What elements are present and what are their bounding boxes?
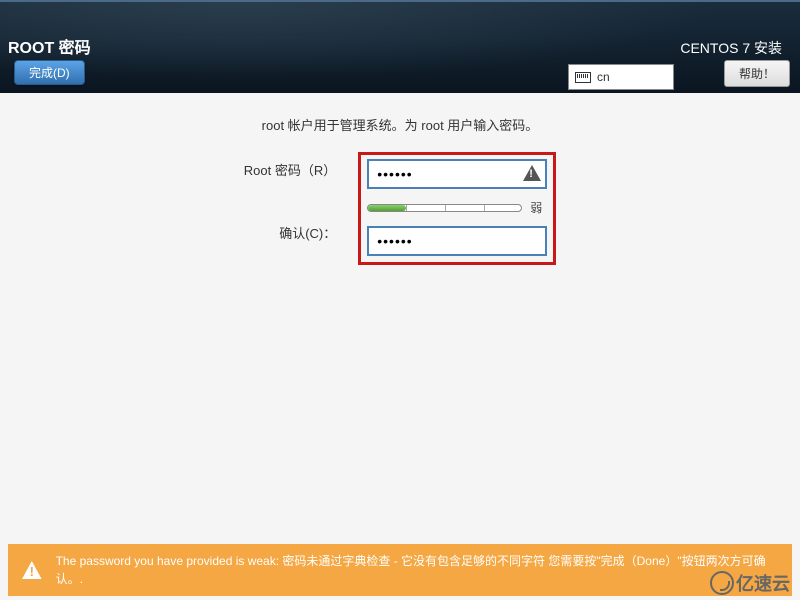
- warning-text: The password you have provided is weak: …: [56, 552, 778, 588]
- warning-bar: ! The password you have provided is weak…: [8, 544, 792, 596]
- install-title: CENTOS 7 安装: [680, 38, 782, 58]
- cloud-icon: [710, 571, 734, 595]
- input-highlight-box: 弱: [358, 152, 556, 265]
- warning-icon: [523, 165, 541, 181]
- alert-icon: !: [22, 561, 42, 579]
- help-button[interactable]: 帮助！: [724, 60, 790, 87]
- watermark-logo: 亿速云: [710, 570, 790, 596]
- password-strength-meter: [367, 204, 522, 212]
- root-password-input[interactable]: [367, 159, 547, 189]
- keyboard-layout-selector[interactable]: cn: [568, 64, 674, 90]
- header-bar: ROOT 密码 完成(D) CENTOS 7 安装 cn 帮助！: [0, 0, 800, 93]
- keyboard-icon: [575, 72, 591, 83]
- password-strength-label: 弱: [530, 199, 542, 216]
- instruction-text: root 帐户用于管理系统。为 root 用户输入密码。: [0, 115, 800, 134]
- page-title: ROOT 密码: [8, 34, 91, 58]
- main-content: root 帐户用于管理系统。为 root 用户输入密码。 Root 密码（R） …: [0, 93, 800, 265]
- keyboard-layout-label: cn: [597, 70, 610, 84]
- password-label: Root 密码（R）: [244, 160, 336, 179]
- confirm-label: 确认(C)：: [279, 223, 336, 242]
- done-button[interactable]: 完成(D): [14, 60, 85, 85]
- watermark-text: 亿速云: [736, 570, 790, 596]
- confirm-password-input[interactable]: [367, 226, 547, 256]
